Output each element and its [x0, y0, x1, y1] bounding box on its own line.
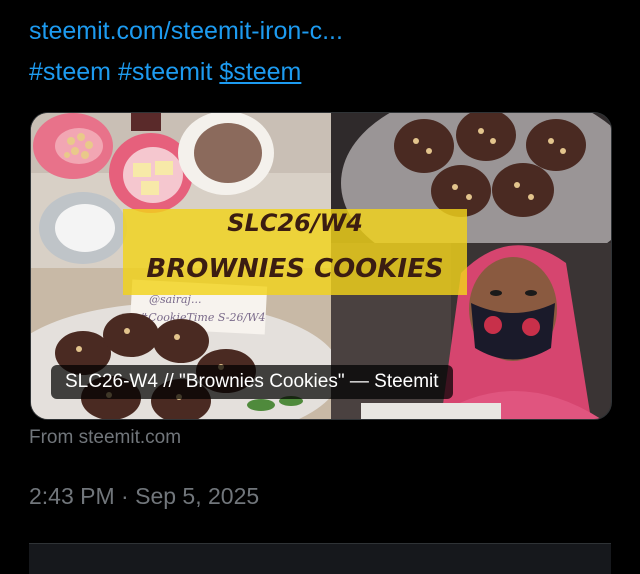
tweet-time: 2:43 PM — [29, 483, 115, 509]
link-preview-card[interactable]: @sairaj... #CookieTime S-26/W4 SLC26/W4 … — [30, 112, 612, 420]
cashtag-steem[interactable]: $steem — [219, 58, 301, 86]
hashtag-steem[interactable]: #steem — [29, 58, 111, 86]
timestamp-separator: · — [121, 483, 129, 509]
tweet-link[interactable]: steemit.com/steemit-iron-c... — [29, 16, 343, 46]
handwritten-note-line2: #CookieTime S-26/W4 — [139, 311, 266, 324]
bottom-panel — [29, 543, 611, 574]
card-caption: SLC26-W4 // "Brownies Cookies" — Steemit — [51, 365, 453, 399]
image-title-line2: BROWNIES COOKIES — [146, 254, 443, 284]
tweet-timestamp[interactable]: 2:43 PM · Sep 5, 2025 — [29, 483, 259, 510]
tweet-date: Sep 5, 2025 — [135, 483, 260, 509]
hashtag-line: #steem #steemit $steem — [29, 57, 301, 87]
hashtag-steemit[interactable]: #steemit — [118, 58, 212, 86]
card-source[interactable]: From steemit.com — [29, 427, 181, 449]
image-title-line1: SLC26/W4 — [227, 209, 363, 237]
